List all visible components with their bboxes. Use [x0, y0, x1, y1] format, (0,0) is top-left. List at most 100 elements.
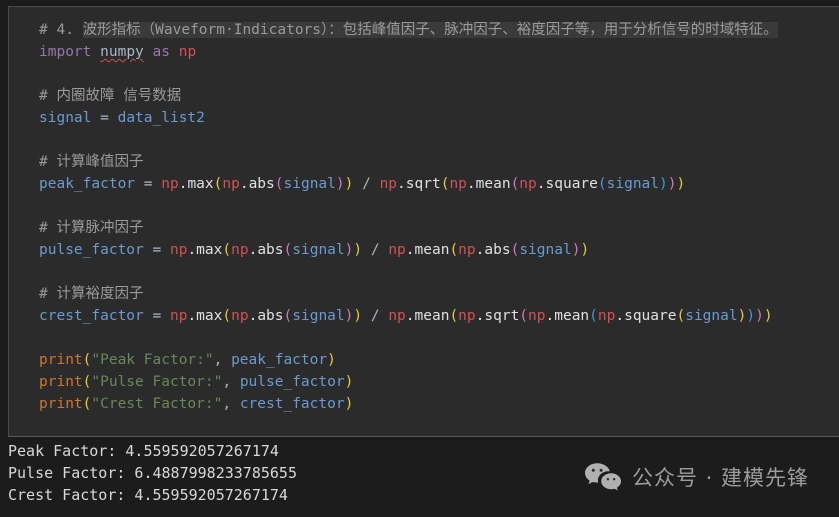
code-line-comment-peak[interactable]: # 计算峰值因子	[39, 151, 839, 173]
argument-signal: signal	[292, 308, 345, 324]
argument-peak-factor: peak_factor	[231, 352, 328, 368]
string-literal-crest: "Crest Factor:"	[91, 396, 223, 412]
comment-text: # 计算裕度因子	[39, 286, 144, 302]
module-np: np	[231, 242, 249, 258]
screenshot-root: # 4. 波形指标（Waveform·Indicators）：包括峰值因子、脉冲…	[0, 0, 839, 517]
module-np: np	[519, 176, 537, 192]
code-line-pulse-factor[interactable]: pulse_factor = np.max(np.abs(signal)) / …	[39, 239, 839, 261]
argument-pulse-factor: pulse_factor	[239, 374, 345, 390]
code-line-crest-factor[interactable]: crest_factor = np.max(np.abs(signal)) / …	[39, 305, 839, 327]
operator-divide: /	[362, 242, 389, 258]
paren-open: (	[283, 308, 293, 324]
paren-close: )	[755, 308, 764, 324]
dot: .	[545, 308, 555, 324]
dot: .	[248, 242, 258, 258]
code-line-print-pulse[interactable]: print("Pulse Factor:", pulse_factor)	[39, 371, 839, 393]
function-print: print	[39, 396, 83, 412]
module-np: np	[169, 308, 188, 324]
paren-close: )	[676, 176, 686, 192]
paren-close: )	[580, 242, 590, 258]
value-data-list2: data_list2	[117, 110, 205, 126]
code-editor-panel[interactable]: # 4. 波形指标（Waveform·Indicators）：包括峰值因子、脉冲…	[8, 6, 839, 437]
code-line-peak-factor[interactable]: peak_factor = np.max(np.abs(signal)) / n…	[39, 173, 839, 195]
function-print: print	[39, 352, 83, 368]
function-square: square	[624, 308, 677, 324]
paren-open: (	[597, 176, 607, 192]
module-np: np	[449, 176, 467, 192]
paren-close: )	[327, 352, 336, 368]
comment-text: # 内圈故障 信号数据	[39, 88, 182, 104]
variable-peak-factor: peak_factor	[39, 176, 136, 192]
operator-equals: =	[135, 176, 162, 192]
comma: ,	[222, 396, 240, 412]
code-line-comment-crest[interactable]: # 计算裕度因子	[39, 283, 839, 305]
watermark: 公众号 · 建模先锋	[584, 462, 809, 492]
operator-equals: =	[143, 242, 170, 258]
function-sqrt: sqrt	[405, 176, 441, 192]
code-line-comment-signal[interactable]: # 内圈故障 信号数据	[39, 85, 839, 107]
module-np: np	[528, 308, 546, 324]
paren-close: )	[746, 308, 756, 324]
argument-crest-factor: crest_factor	[239, 396, 345, 412]
operator-equals: =	[91, 110, 118, 126]
paren-close: )	[659, 176, 668, 192]
paren-open: (	[510, 176, 520, 192]
watermark-text: 公众号 · 建模先锋	[631, 466, 809, 490]
function-mean: mean	[554, 308, 590, 324]
dot: .	[536, 176, 546, 192]
comment-prefix: # 4.	[39, 22, 83, 38]
dot: .	[397, 176, 406, 192]
dot: .	[248, 308, 258, 324]
keyword-as: as	[152, 44, 170, 60]
comma: ,	[213, 352, 232, 368]
module-np: np	[161, 176, 179, 192]
function-abs: abs	[248, 176, 275, 192]
function-print: print	[39, 374, 83, 390]
code-line-import[interactable]: import numpy as np	[39, 41, 839, 63]
module-np: np	[379, 176, 398, 192]
dot: .	[239, 176, 249, 192]
module-np: np	[231, 308, 249, 324]
argument-signal: signal	[606, 176, 660, 192]
keyword-import: import	[39, 44, 92, 60]
paren-close: )	[344, 374, 354, 390]
paren-open: (	[283, 242, 293, 258]
output-line-peak-factor: Peak Factor: 4.559592057267174	[8, 442, 279, 460]
paren-open: (	[222, 242, 232, 258]
code-line-comment-waveform[interactable]: # 4. 波形指标（Waveform·Indicators）：包括峰值因子、脉冲…	[39, 19, 839, 41]
string-literal-peak: "Peak Factor:"	[91, 352, 214, 368]
argument-signal: signal	[283, 176, 336, 192]
function-max: max	[196, 242, 223, 258]
argument-signal: signal	[519, 242, 572, 258]
paren-open: (	[449, 308, 459, 324]
operator-divide: /	[362, 308, 389, 324]
variable-pulse-factor: pulse_factor	[39, 242, 144, 258]
code-editor-content[interactable]: # 4. 波形指标（Waveform·Indicators）：包括峰值因子、脉冲…	[9, 7, 839, 415]
paren-close: )	[353, 242, 363, 258]
paren-open: (	[274, 176, 284, 192]
code-line-comment-pulse[interactable]: # 计算脉冲因子	[39, 217, 839, 239]
dot: .	[466, 176, 476, 192]
dot: .	[405, 308, 415, 324]
code-line-print-peak[interactable]: print("Peak Factor:", peak_factor)	[39, 349, 839, 371]
module-np: np	[388, 242, 406, 258]
paren-open: (	[676, 308, 686, 324]
code-line-print-crest[interactable]: print("Crest Factor:", crest_factor)	[39, 393, 839, 415]
operator-equals: =	[143, 308, 170, 324]
module-name-numpy: numpy	[100, 44, 144, 60]
dot: .	[615, 308, 625, 324]
module-np: np	[458, 242, 476, 258]
paren-open: (	[222, 308, 232, 324]
comment-text-highlighted: 波形指标（Waveform·Indicators）：包括峰值因子、脉冲因子、裕度…	[82, 22, 778, 38]
operator-divide: /	[353, 176, 380, 192]
paren-close: )	[763, 308, 773, 324]
code-line-signal-assign[interactable]: signal = data_list2	[39, 107, 839, 129]
paren-close: )	[353, 308, 363, 324]
variable-crest-factor: crest_factor	[39, 308, 144, 324]
comment-text: # 计算脉冲因子	[39, 220, 144, 236]
